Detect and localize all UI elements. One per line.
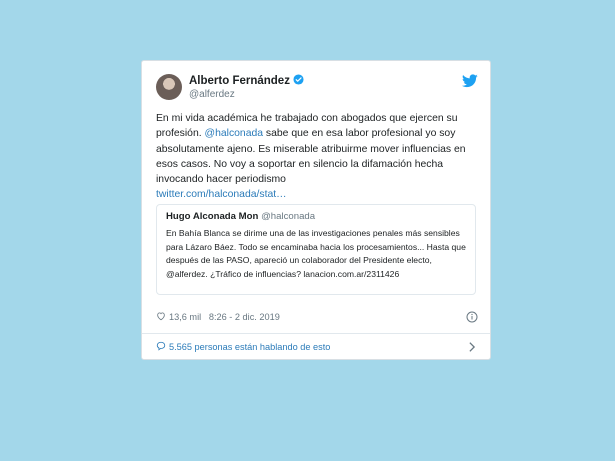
author-handle[interactable]: @alferdez [189, 89, 235, 100]
verified-badge-icon [293, 74, 304, 85]
comment-icon [156, 341, 166, 351]
info-icon[interactable] [466, 311, 478, 323]
quoted-tweet[interactable]: Hugo Alconada Mon @halconada En Bahía Bl… [156, 204, 476, 295]
author-name[interactable]: Alberto Fernández [189, 75, 290, 87]
quoted-author-name: Hugo Alconada Mon [166, 211, 259, 222]
chevron-right-icon[interactable] [468, 342, 476, 352]
tweet-url-link[interactable]: twitter.com/halconada/stat… [156, 189, 287, 200]
heart-icon[interactable] [156, 311, 166, 321]
quoted-tweet-header: Hugo Alconada Mon @halconada [166, 211, 466, 222]
conversation-count[interactable]: 5.565 personas están hablando de esto [169, 342, 330, 352]
quoted-author-handle: @halconada [261, 211, 316, 222]
author-avatar[interactable] [156, 74, 182, 100]
author-name-row[interactable]: Alberto Fernández [189, 74, 304, 87]
tweet-header: Alberto Fernández @alferdez [156, 72, 478, 104]
tweet-meta-row: 13,6 mil 8:26 - 2 dic. 2019 [156, 311, 478, 325]
twitter-bird-icon[interactable] [462, 74, 478, 88]
divider [142, 333, 490, 334]
like-count[interactable]: 13,6 mil [169, 312, 201, 322]
tweet-timestamp[interactable]: 8:26 - 2 dic. 2019 [209, 312, 280, 322]
tweet-text: En mi vida académica he trabajado con ab… [156, 111, 478, 203]
conversation-link[interactable]: 5.565 personas están hablando de esto [156, 341, 478, 355]
embedded-tweet-card: Alberto Fernández @alferdez En mi vida a… [141, 60, 491, 360]
mention-link[interactable]: @halconada [205, 128, 264, 139]
quoted-tweet-text: En Bahía Blanca se dirime una de las inv… [166, 228, 466, 279]
